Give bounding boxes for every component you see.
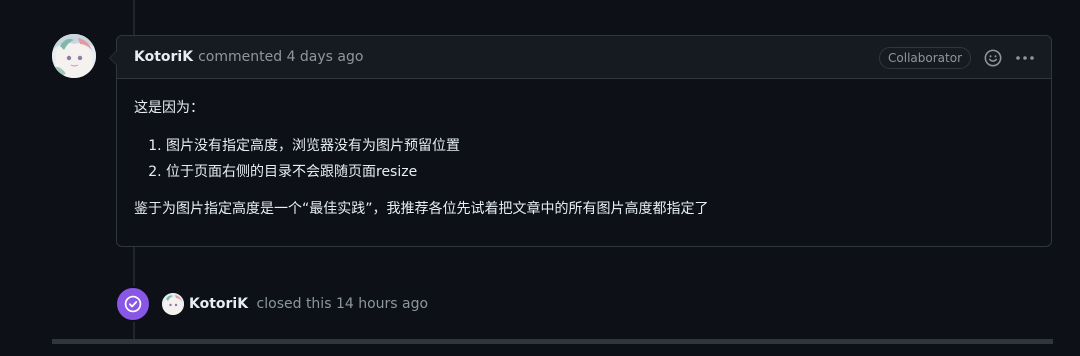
closed-event: KotoriK closed this 14 hours ago <box>115 286 428 322</box>
comment-time[interactable]: 4 days ago <box>287 49 364 65</box>
event-author[interactable]: KotoriK <box>189 296 248 312</box>
comment-intro: 这是因为： <box>134 100 204 116</box>
list-item: 图片没有指定高度，浏览器没有为图片预留位置 <box>166 133 1034 159</box>
author-avatar[interactable] <box>52 34 96 78</box>
issue-closed-icon <box>115 286 151 322</box>
avatar-image <box>52 34 96 78</box>
comment-meta: commented 4 days ago <box>198 49 363 65</box>
avatar-image <box>162 293 184 315</box>
timeline-end-divider <box>52 339 1053 344</box>
role-badge: Collaborator <box>879 46 971 69</box>
comment-box: KotoriK commented 4 days ago Collaborato… <box>109 35 1052 247</box>
event-text: KotoriK closed this 14 hours ago <box>189 296 428 312</box>
comment-header: KotoriK commented 4 days ago Collaborato… <box>117 36 1051 79</box>
event-time[interactable]: 14 hours ago <box>336 296 428 312</box>
smiley-icon[interactable] <box>983 48 1003 68</box>
event-author-avatar[interactable] <box>162 293 184 315</box>
comment-body: 这是因为： 图片没有指定高度，浏览器没有为图片预留位置 位于页面右侧的目录不会跟… <box>117 79 1051 220</box>
list-item: 位于页面右侧的目录不会跟随页面resize <box>166 159 1034 185</box>
comment-action: commented <box>198 49 283 65</box>
event-action: closed this <box>256 296 332 312</box>
kebab-horizontal-icon[interactable] <box>1015 48 1035 68</box>
comment-header-actions: Collaborator <box>879 36 1035 79</box>
comment-conclusion: 鉴于为图片指定高度是一个“最佳实践”，我推荐各位先试着把文章中的所有图片高度都指… <box>134 201 709 217</box>
comment-author[interactable]: KotoriK <box>134 49 193 65</box>
comment-list: 图片没有指定高度，浏览器没有为图片预留位置 位于页面右侧的目录不会跟随页面res… <box>134 133 1034 185</box>
